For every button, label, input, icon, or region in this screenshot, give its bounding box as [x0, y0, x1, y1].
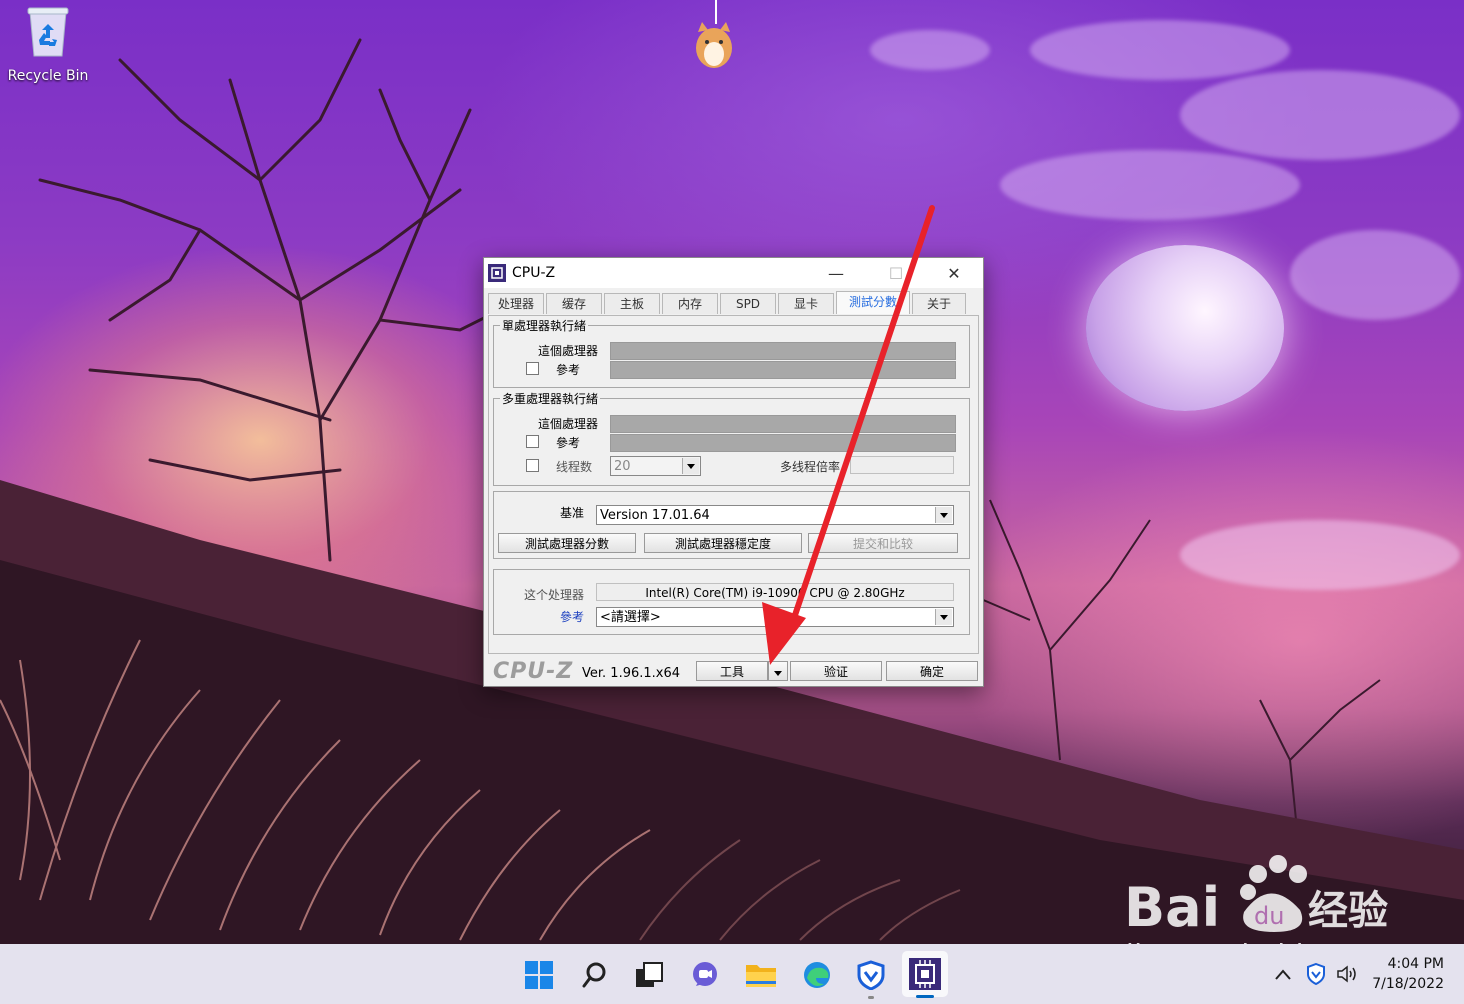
chevron-up-icon[interactable]	[1274, 967, 1292, 981]
system-tray	[1274, 944, 1360, 1004]
cpu-z-app-icon	[488, 264, 506, 282]
multi-this-processor-label: 這個處理器	[538, 417, 599, 431]
benchmark-label: 基准	[560, 506, 585, 520]
security-shield-icon	[857, 960, 885, 990]
tab-strip: 处理器 缓存 主板 内存 SPD 显卡 測試分數 关于	[488, 291, 968, 315]
multi-reference-checkbox[interactable]	[526, 435, 539, 448]
version-label: Ver. 1.96.1.x64	[582, 666, 681, 681]
chevron-down-icon	[935, 609, 952, 625]
active-app-indicator	[916, 995, 934, 998]
validate-button[interactable]: 验证	[790, 661, 882, 681]
windows-start-button[interactable]	[522, 958, 556, 992]
chevron-down-icon	[935, 507, 952, 523]
threads-value: 20	[614, 459, 631, 474]
this-processor-label: 这个处理器	[524, 588, 585, 602]
submit-compare-button[interactable]: 提交和比较	[808, 533, 958, 553]
tools-button[interactable]: 工具	[696, 661, 768, 681]
system-clock[interactable]: 4:04 PM 7/18/2022	[1372, 954, 1444, 994]
tab-graphics[interactable]: 显卡	[778, 293, 834, 314]
reference-value: <請選擇>	[600, 610, 661, 625]
threads-select[interactable]: 20	[610, 456, 701, 476]
window-title: CPU-Z	[512, 265, 556, 281]
single-reference-label: 參考	[556, 363, 581, 377]
compare-group: 这个处理器 Intel(R) Core(TM) i9-10900 CPU @ 2…	[493, 569, 970, 635]
tab-cache[interactable]: 缓存	[546, 293, 602, 314]
this-processor-value: Intel(R) Core(TM) i9-10900 CPU @ 2.80GHz	[596, 583, 954, 601]
threads-checkbox[interactable]	[526, 459, 539, 472]
multi-reference-bar	[610, 434, 956, 452]
hanging-cat-widget[interactable]	[690, 0, 736, 72]
reference-label: 參考	[560, 610, 585, 624]
cpu-z-logo: CPU-Z	[493, 659, 574, 684]
file-explorer-button[interactable]	[744, 958, 778, 992]
security-tray-icon[interactable]	[1306, 963, 1326, 985]
cpuz-window: CPU-Z — ☐ ✕ 处理器 缓存 主板 内存 SPD 显卡 測試分數 关于 …	[483, 257, 984, 687]
cpu-z-taskbar-button[interactable]	[902, 951, 948, 997]
reference-select[interactable]: <請選擇>	[596, 607, 954, 627]
file-explorer-icon	[746, 965, 776, 987]
task-view-icon	[636, 962, 663, 987]
clock-date: 7/18/2022	[1372, 976, 1444, 992]
recycle-bin[interactable]: Recycle Bin	[6, 6, 90, 84]
svg-text:Bai: Bai	[1124, 876, 1220, 939]
maximize-button[interactable]: ☐	[873, 258, 919, 288]
bench-cpu-button[interactable]: 測試處理器分數	[498, 533, 636, 553]
tab-mainboard[interactable]: 主板	[604, 293, 660, 314]
svg-text:du: du	[1254, 902, 1284, 930]
benchmark-version-select[interactable]: Version 17.01.64	[596, 505, 954, 525]
chat-button[interactable]	[688, 958, 722, 992]
threads-label: 线程数	[556, 460, 593, 474]
close-button[interactable]: ✕	[931, 258, 977, 288]
single-reference-checkbox[interactable]	[526, 362, 539, 375]
tab-processor[interactable]: 处理器	[488, 293, 544, 314]
search-button[interactable]	[578, 958, 612, 992]
recycle-bin-label: Recycle Bin	[7, 68, 89, 84]
multi-thread-group: 多重處理器執行緒 這個處理器 參考 线程数 20 多线程倍率	[493, 390, 970, 486]
multi-this-processor-bar	[610, 415, 956, 433]
edge-button[interactable]	[800, 958, 834, 992]
chat-icon	[693, 962, 717, 986]
windows-start-icon	[525, 961, 553, 989]
chevron-down-icon	[682, 458, 699, 474]
multi-ratio-label: 多线程倍率	[780, 460, 841, 474]
stress-cpu-button[interactable]: 測試處理器穩定度	[644, 533, 802, 553]
search-icon	[582, 962, 606, 988]
clock-time: 4:04 PM	[1387, 956, 1444, 972]
single-thread-group: 單處理器執行緒 這個處理器 參考	[493, 317, 970, 388]
svg-text:经验: 经验	[1308, 888, 1388, 934]
edge-icon	[804, 962, 830, 988]
benchmark-version-value: Version 17.01.64	[600, 508, 710, 523]
single-reference-bar	[610, 361, 956, 379]
multi-ratio-field	[850, 456, 954, 474]
recycle-bin-icon	[27, 7, 69, 57]
chevron-down-icon	[774, 671, 782, 676]
cpu-z-icon	[909, 958, 941, 990]
multi-thread-title: 多重處理器執行緒	[500, 390, 601, 407]
taskbar: 4:04 PM 7/18/2022	[0, 944, 1464, 1004]
task-view-button[interactable]	[632, 958, 666, 992]
tools-dropdown-button[interactable]	[768, 661, 788, 681]
tab-bench[interactable]: 測試分數	[836, 291, 910, 314]
single-this-processor-bar	[610, 342, 956, 360]
tab-about[interactable]: 关于	[912, 293, 966, 314]
window-footer: CPU-Z Ver. 1.96.1.x64 工具 验证 确定	[484, 657, 983, 685]
minimize-button[interactable]: —	[813, 258, 859, 288]
volume-icon[interactable]	[1336, 964, 1360, 984]
bench-panel: 單處理器執行緒 這個處理器 參考 多重處理器執行緒 這個處理器 參考 线程数 2…	[488, 315, 979, 654]
security-app-button[interactable]	[854, 958, 888, 992]
benchmark-group: 基准 Version 17.01.64 測試處理器分數 測試處理器穩定度 提交和…	[493, 491, 970, 559]
single-thread-title: 單處理器執行緒	[500, 317, 589, 334]
ok-button[interactable]: 确定	[886, 661, 978, 681]
title-bar[interactable]: CPU-Z — ☐ ✕	[484, 258, 983, 288]
tab-memory[interactable]: 内存	[662, 293, 718, 314]
tab-spd[interactable]: SPD	[720, 293, 776, 314]
multi-reference-label: 參考	[556, 436, 581, 450]
single-this-processor-label: 這個處理器	[538, 344, 599, 358]
running-indicator	[868, 996, 874, 999]
